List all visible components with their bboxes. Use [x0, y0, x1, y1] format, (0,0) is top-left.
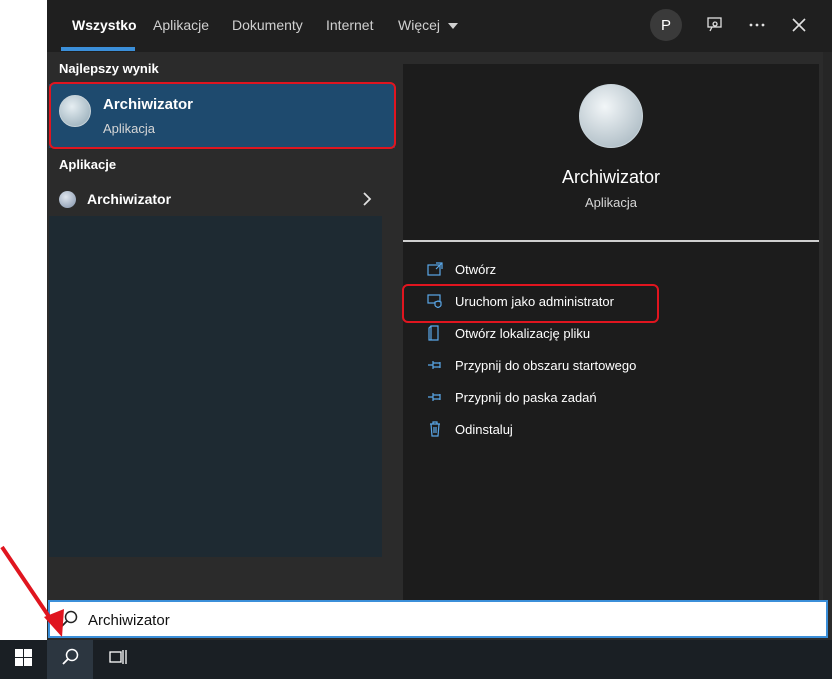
- search-icon: [61, 648, 79, 671]
- detail-divider: [403, 240, 819, 242]
- app-list-item-label: Archiwizator: [87, 191, 172, 207]
- search-input-value: Archiwizator: [88, 612, 170, 629]
- results-empty-area: [49, 216, 382, 557]
- start-search-panel: Wszystko Aplikacje Dokumenty Internet Wi…: [47, 0, 832, 640]
- chevron-right-icon: [362, 192, 372, 211]
- tab-documents[interactable]: Dokumenty: [232, 17, 303, 33]
- pin-icon: [427, 357, 443, 373]
- red-arrow-annotation: [0, 545, 64, 637]
- folder-icon: [427, 325, 443, 341]
- detail-subtitle: Aplikacja: [584, 195, 638, 210]
- app-list-item[interactable]: Archiwizator: [49, 184, 389, 216]
- tab-apps[interactable]: Aplikacje: [153, 17, 209, 33]
- task-view-icon: [109, 649, 127, 670]
- windows-icon: [14, 648, 32, 671]
- trash-icon: [427, 421, 443, 437]
- action-open[interactable]: Otwórz: [427, 261, 496, 277]
- action-pin-to-start[interactable]: Przypnij do obszaru startowego: [427, 357, 636, 373]
- start-button[interactable]: [0, 640, 46, 679]
- close-icon[interactable]: [786, 12, 812, 38]
- open-icon: [427, 261, 443, 277]
- detail-pane: Archiwizator Aplikacja Otwórz Uruchom ja…: [403, 64, 819, 600]
- action-open-label: Otwórz: [455, 261, 497, 277]
- account-avatar[interactable]: P: [650, 9, 682, 41]
- action-pin-to-start-label: Przypnij do obszaru startowego: [455, 357, 637, 373]
- taskbar: [0, 640, 832, 679]
- action-pin-to-taskbar-label: Przypnij do paska zadań: [455, 389, 597, 405]
- task-view-button[interactable]: [95, 640, 141, 679]
- apps-heading: Aplikacje: [59, 157, 117, 172]
- tab-internet[interactable]: Internet: [326, 17, 373, 33]
- tab-more-label: Więcej: [398, 17, 441, 33]
- chevron-down-icon: [447, 23, 458, 30]
- action-pin-to-taskbar[interactable]: Przypnij do paska zadań: [427, 389, 597, 405]
- detail-title: Archiwizator: [561, 167, 661, 187]
- archive-app-large-icon: [579, 84, 643, 148]
- search-input[interactable]: Archiwizator: [48, 600, 828, 638]
- search-scope-tabs: Wszystko Aplikacje Dokumenty Internet Wi…: [47, 0, 832, 52]
- action-open-file-location-label: Otwórz lokalizację pliku: [455, 325, 591, 341]
- best-match-heading: Najlepszy wynik: [59, 61, 159, 76]
- best-match-highlight: [49, 82, 396, 149]
- action-open-file-location[interactable]: Otwórz lokalizację pliku: [427, 325, 590, 341]
- archive-app-icon: [59, 191, 76, 208]
- active-tab-indicator: [61, 47, 135, 51]
- action-uninstall[interactable]: Odinstaluj: [427, 421, 513, 437]
- run-as-admin-highlight: [402, 284, 659, 323]
- tab-more[interactable]: Więcej: [398, 17, 458, 33]
- more-options-icon[interactable]: [744, 12, 770, 38]
- scrollbar[interactable]: [823, 52, 832, 600]
- tab-all[interactable]: Wszystko: [72, 17, 137, 33]
- taskbar-search-button[interactable]: [47, 640, 93, 679]
- pin-icon: [427, 389, 443, 405]
- action-uninstall-label: Odinstaluj: [455, 421, 513, 437]
- feedback-icon[interactable]: [702, 12, 728, 38]
